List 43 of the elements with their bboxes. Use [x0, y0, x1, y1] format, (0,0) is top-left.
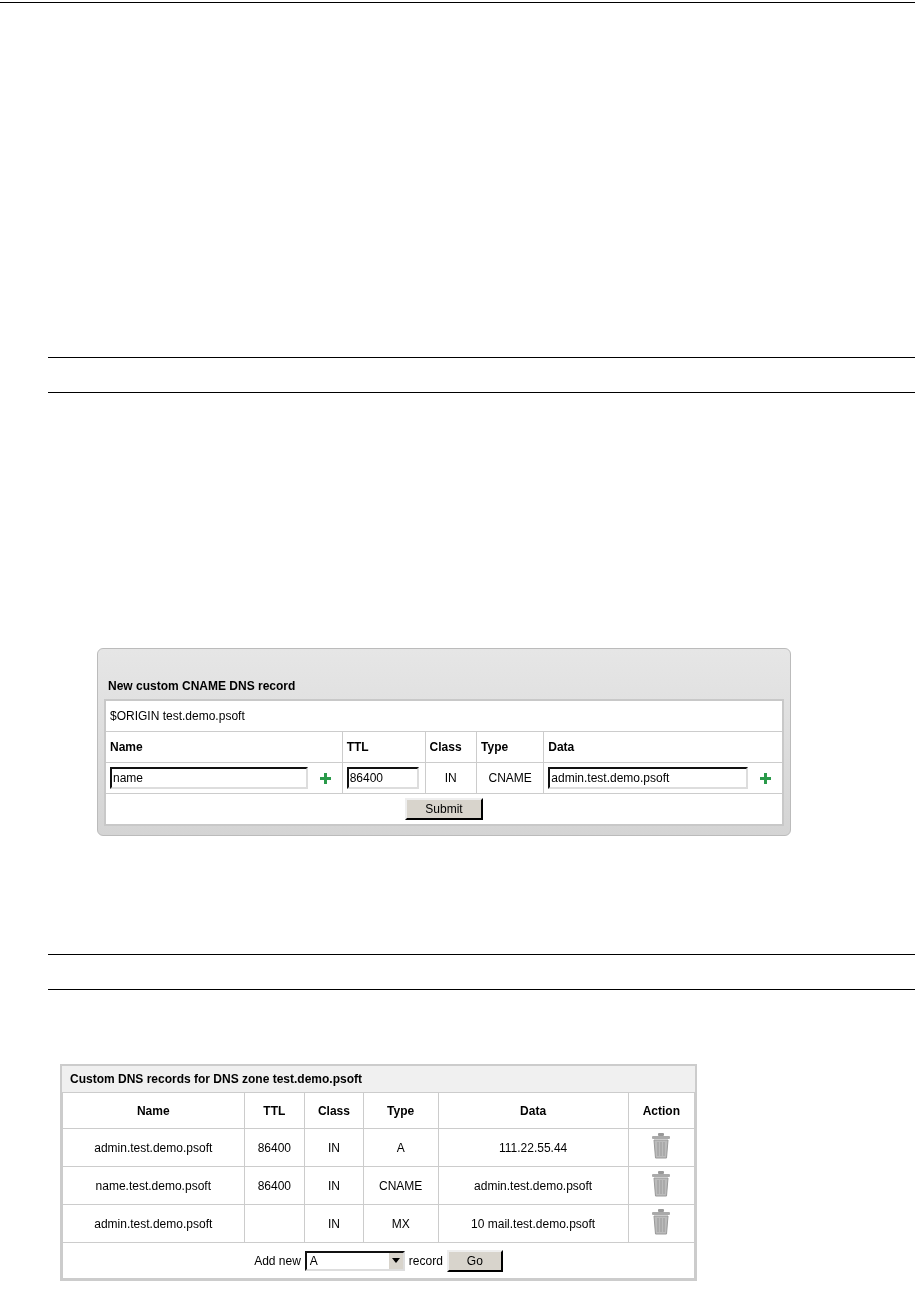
table-cell: admin.test.demo.psoft — [62, 1128, 245, 1167]
table-cell: 86400 — [244, 1166, 305, 1205]
name-input[interactable]: name — [110, 767, 308, 789]
column-header: TTL — [244, 1092, 305, 1129]
column-header: Name — [105, 731, 343, 763]
table-cell: 10 mail.test.demo.psoft — [438, 1204, 629, 1243]
data-input[interactable]: admin.test.demo.psoft — [548, 767, 749, 789]
table-cell — [244, 1204, 305, 1243]
column-header: Action — [628, 1092, 695, 1129]
record-type-select[interactable]: A — [304, 1250, 405, 1271]
column-header: TTL — [342, 731, 426, 763]
add-new-label: Add new — [254, 1253, 301, 1268]
table-cell: admin.test.demo.psoft — [62, 1204, 245, 1243]
panel-title: New custom CNAME DNS record — [107, 679, 297, 695]
ttl-input[interactable]: 86400 — [346, 767, 419, 789]
column-header: Class — [425, 731, 477, 763]
plus-icon[interactable] — [320, 772, 331, 784]
go-button[interactable]: Go — [446, 1249, 503, 1272]
table-cell: IN — [304, 1204, 364, 1243]
column-header: Name — [62, 1092, 245, 1129]
trash-icon[interactable] — [651, 1209, 672, 1235]
table-cell: A — [363, 1128, 439, 1167]
trash-icon[interactable] — [651, 1133, 672, 1159]
table-cell: name.test.demo.psoft — [62, 1166, 245, 1205]
submit-button[interactable]: Submit — [405, 798, 483, 820]
table-cell: IN — [304, 1166, 364, 1205]
record-label: record — [408, 1253, 443, 1268]
table-cell: IN — [304, 1128, 364, 1167]
table-cell: 111.22.55.44 — [438, 1128, 629, 1167]
dropdown-arrow-icon — [391, 1258, 400, 1263]
plus-icon[interactable] — [760, 772, 772, 784]
table-cell: CNAME — [363, 1166, 439, 1205]
type-cell: CNAME — [476, 762, 544, 794]
column-header: Class — [304, 1092, 364, 1129]
table-cell: admin.test.demo.psoft — [438, 1166, 629, 1205]
column-header: Data — [438, 1092, 629, 1129]
column-header: Type — [363, 1092, 439, 1129]
trash-icon[interactable] — [651, 1171, 672, 1197]
column-header: Type — [476, 731, 544, 763]
class-cell: IN — [425, 762, 477, 794]
panel-title: Custom DNS records for DNS zone test.demo.psoft — [69, 1071, 364, 1088]
table-cell: MX — [363, 1204, 439, 1243]
table-cell: 86400 — [244, 1128, 305, 1167]
